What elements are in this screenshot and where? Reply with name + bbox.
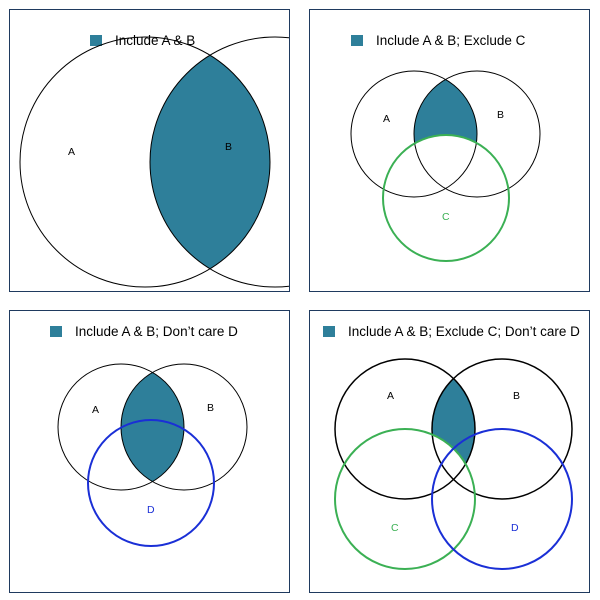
label-a: A <box>383 113 390 125</box>
panel-include-a-b: Include A & B A B <box>9 9 290 292</box>
label-a: A <box>387 390 394 402</box>
venn-diagram: A B C D <box>334 358 573 570</box>
label-d: D <box>511 522 519 534</box>
venn-diagram: A B D <box>57 363 248 547</box>
venn-diagram: A B C <box>350 70 541 262</box>
label-c: C <box>391 522 399 534</box>
label-c: C <box>442 211 450 223</box>
label-b: B <box>225 141 232 153</box>
panel-include-a-b-exclude-c: Include A & B; Exclude C A B C <box>309 9 590 292</box>
venn-diagram: A B <box>19 36 289 288</box>
intersection-a-b <box>150 37 270 287</box>
panel-include-a-b-exclude-c-dont-care-d: Include A & B; Exclude C; Don’t care D A… <box>309 310 590 593</box>
label-a: A <box>92 404 99 416</box>
label-d: D <box>147 504 155 516</box>
label-a: A <box>68 146 75 158</box>
label-b: B <box>497 109 504 121</box>
label-b: B <box>207 402 214 414</box>
label-b: B <box>513 390 520 402</box>
panel-include-a-b-dont-care-d: Include A & B; Don’t care D A B D <box>9 310 290 593</box>
